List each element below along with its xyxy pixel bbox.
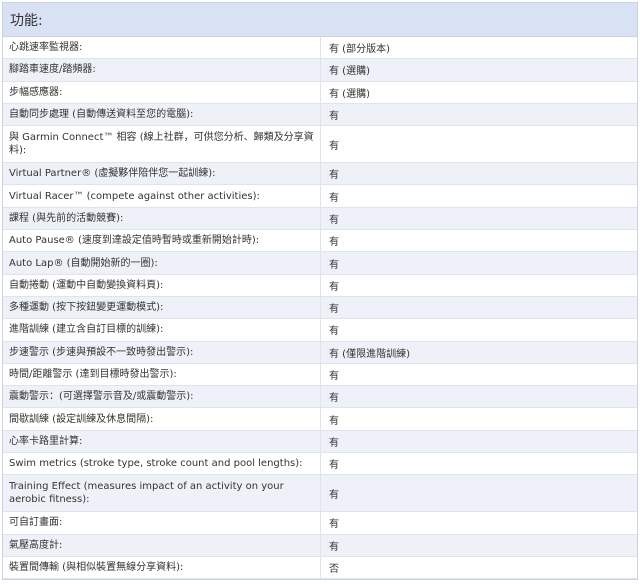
feature-value: 有 — [329, 437, 339, 449]
table-row: 時間/距離警示 (達到目標時發出警示): 有 — [3, 363, 637, 387]
feature-value: 有 — [329, 371, 339, 382]
feature-value: 有 — [329, 237, 339, 249]
table-row: 氣壓高度計: 有 — [3, 534, 637, 557]
feature-value: 有 — [329, 304, 339, 316]
table-row: 可自訂畫面: 有 — [3, 512, 637, 535]
feature-value: 有 — [329, 541, 339, 553]
feature-value: 有 — [329, 415, 339, 427]
table-row: 步幅感應器: 有 (選購) — [3, 81, 637, 104]
feature-label: Auto Pause® (速度到達設定值時暫時或重新開始計時): — [3, 230, 321, 252]
table-row: Auto Pause® (速度到達設定值時暫時或重新開始計時): 有 — [3, 230, 637, 253]
table-row: 心跳速率監視器: 有 (部分版本) — [3, 37, 637, 60]
feature-label: Swim metrics (stroke type, stroke count … — [3, 453, 321, 475]
feature-label: Auto Lap® (自動開始新的一圈): — [3, 252, 321, 274]
table-row: Virtual Partner® (虛擬夥伴陪伴您一起訓練): 有 — [3, 163, 637, 186]
table-row: 課程 (與先前的活動競賽): 有 — [3, 207, 637, 231]
feature-value: 有 — [329, 460, 339, 472]
table-row: 裝置間傳輸 (與相似裝置無線分享資料): 否 — [3, 556, 637, 580]
feature-label: 進階訓練 (建立含自訂目標的訓練): — [3, 319, 321, 341]
feature-label: 課程 (與先前的活動競賽): — [3, 207, 321, 230]
table-row: 腳踏車速度/踏頻器: 有 (選購) — [3, 59, 637, 82]
feature-value: 有 — [329, 326, 339, 338]
table-row: Training Effect (measures impact of an a… — [3, 475, 637, 513]
feature-label: 心跳速率監視器: — [3, 37, 321, 59]
feature-rows: 心跳速率監視器: 有 (部分版本) 腳踏車速度/踏頻器: 有 (選購) 步幅感應器: 有 … — [3, 37, 637, 580]
feature-value: 有 — [329, 111, 339, 123]
feature-value: 有 (僅限進階訓練) — [329, 348, 410, 360]
section-header: 功能: — [3, 3, 637, 37]
feature-value: 有 — [329, 519, 339, 531]
table-row: 步速警示 (步速與預設不一致時發出警示): 有 (僅限進階訓練) — [3, 341, 637, 364]
feature-label: Virtual Partner® (虛擬夥伴陪伴您一起訓練): — [3, 163, 321, 185]
feature-value: 有 — [329, 170, 339, 182]
feature-label: 心率卡路里計算: — [3, 430, 321, 453]
feature-label: 腳踏車速度/踏頻器: — [3, 59, 321, 81]
feature-label: 可自訂畫面: — [3, 512, 321, 534]
feature-label: 時間/距離警示 (達到目標時發出警示): — [3, 363, 321, 386]
table-row: 進階訓練 (建立含自訂目標的訓練): 有 — [3, 319, 637, 342]
table-row: 自動同步處理 (自動傳送資料至您的電腦): 有 — [3, 103, 637, 127]
feature-value: 否 — [329, 564, 339, 576]
feature-value: 有 — [329, 281, 339, 293]
table-row: 震動警示：(可選擇警示音及/或震動警示): 有 — [3, 386, 637, 409]
feature-label: 與 Garmin Connect™ 相容 (線上社群，可供您分析、歸類及分享資料… — [3, 126, 321, 163]
table-row: 與 Garmin Connect™ 相容 (線上社群，可供您分析、歸類及分享資料… — [3, 126, 637, 164]
feature-value: 有 — [329, 214, 339, 226]
table-row: Swim metrics (stroke type, stroke count … — [3, 453, 637, 476]
feature-label: 氣壓高度計: — [3, 534, 321, 556]
feature-label: 自動捲動 (運動中自動變換資料頁): — [3, 274, 321, 296]
section-title: 功能: — [10, 12, 43, 29]
feature-label: Virtual Racer™ (compete against other ac… — [3, 185, 321, 207]
feature-value: 有 — [329, 393, 339, 405]
feature-label: 裝置間傳輸 (與相似裝置無線分享資料): — [3, 556, 321, 579]
feature-label: 震動警示：(可選擇警示音及/或震動警示): — [3, 386, 321, 408]
table-row: 間歇訓練 (設定訓練及休息間隔): 有 — [3, 408, 637, 431]
feature-label: 步幅感應器: — [3, 81, 321, 103]
feature-value: 有 — [329, 140, 339, 152]
feature-label: 多種運動 (按下按鈕變更運動模式): — [3, 296, 321, 319]
table-row: 心率卡路里計算: 有 — [3, 430, 637, 454]
table-row: Auto Lap® (自動開始新的一圈): 有 — [3, 252, 637, 275]
table-row: Virtual Racer™ (compete against other ac… — [3, 185, 637, 208]
feature-value: 有 — [329, 489, 339, 501]
feature-label: 自動同步處理 (自動傳送資料至您的電腦): — [3, 103, 321, 126]
feature-value: 有 (選購) — [329, 66, 370, 78]
table-row: 多種運動 (按下按鈕變更運動模式): 有 — [3, 296, 637, 320]
feature-label: Training Effect (measures impact of an a… — [3, 475, 321, 512]
feature-value: 有 — [329, 259, 339, 271]
feature-label: 步速警示 (步速與預設不一致時發出警示): — [3, 341, 321, 363]
feature-label: 間歇訓練 (設定訓練及休息間隔): — [3, 408, 321, 430]
table-row: 自動捲動 (運動中自動變換資料頁): 有 — [3, 274, 637, 297]
feature-spec-table: 功能: 心跳速率監視器: 有 (部分版本) 腳踏車速度/踏頻器: 有 (選購) 步幅感應… — [2, 2, 638, 581]
feature-value: 有 — [329, 192, 339, 204]
feature-value: 有 (部分版本) — [329, 44, 390, 56]
feature-value: 有 (選購) — [329, 88, 370, 100]
